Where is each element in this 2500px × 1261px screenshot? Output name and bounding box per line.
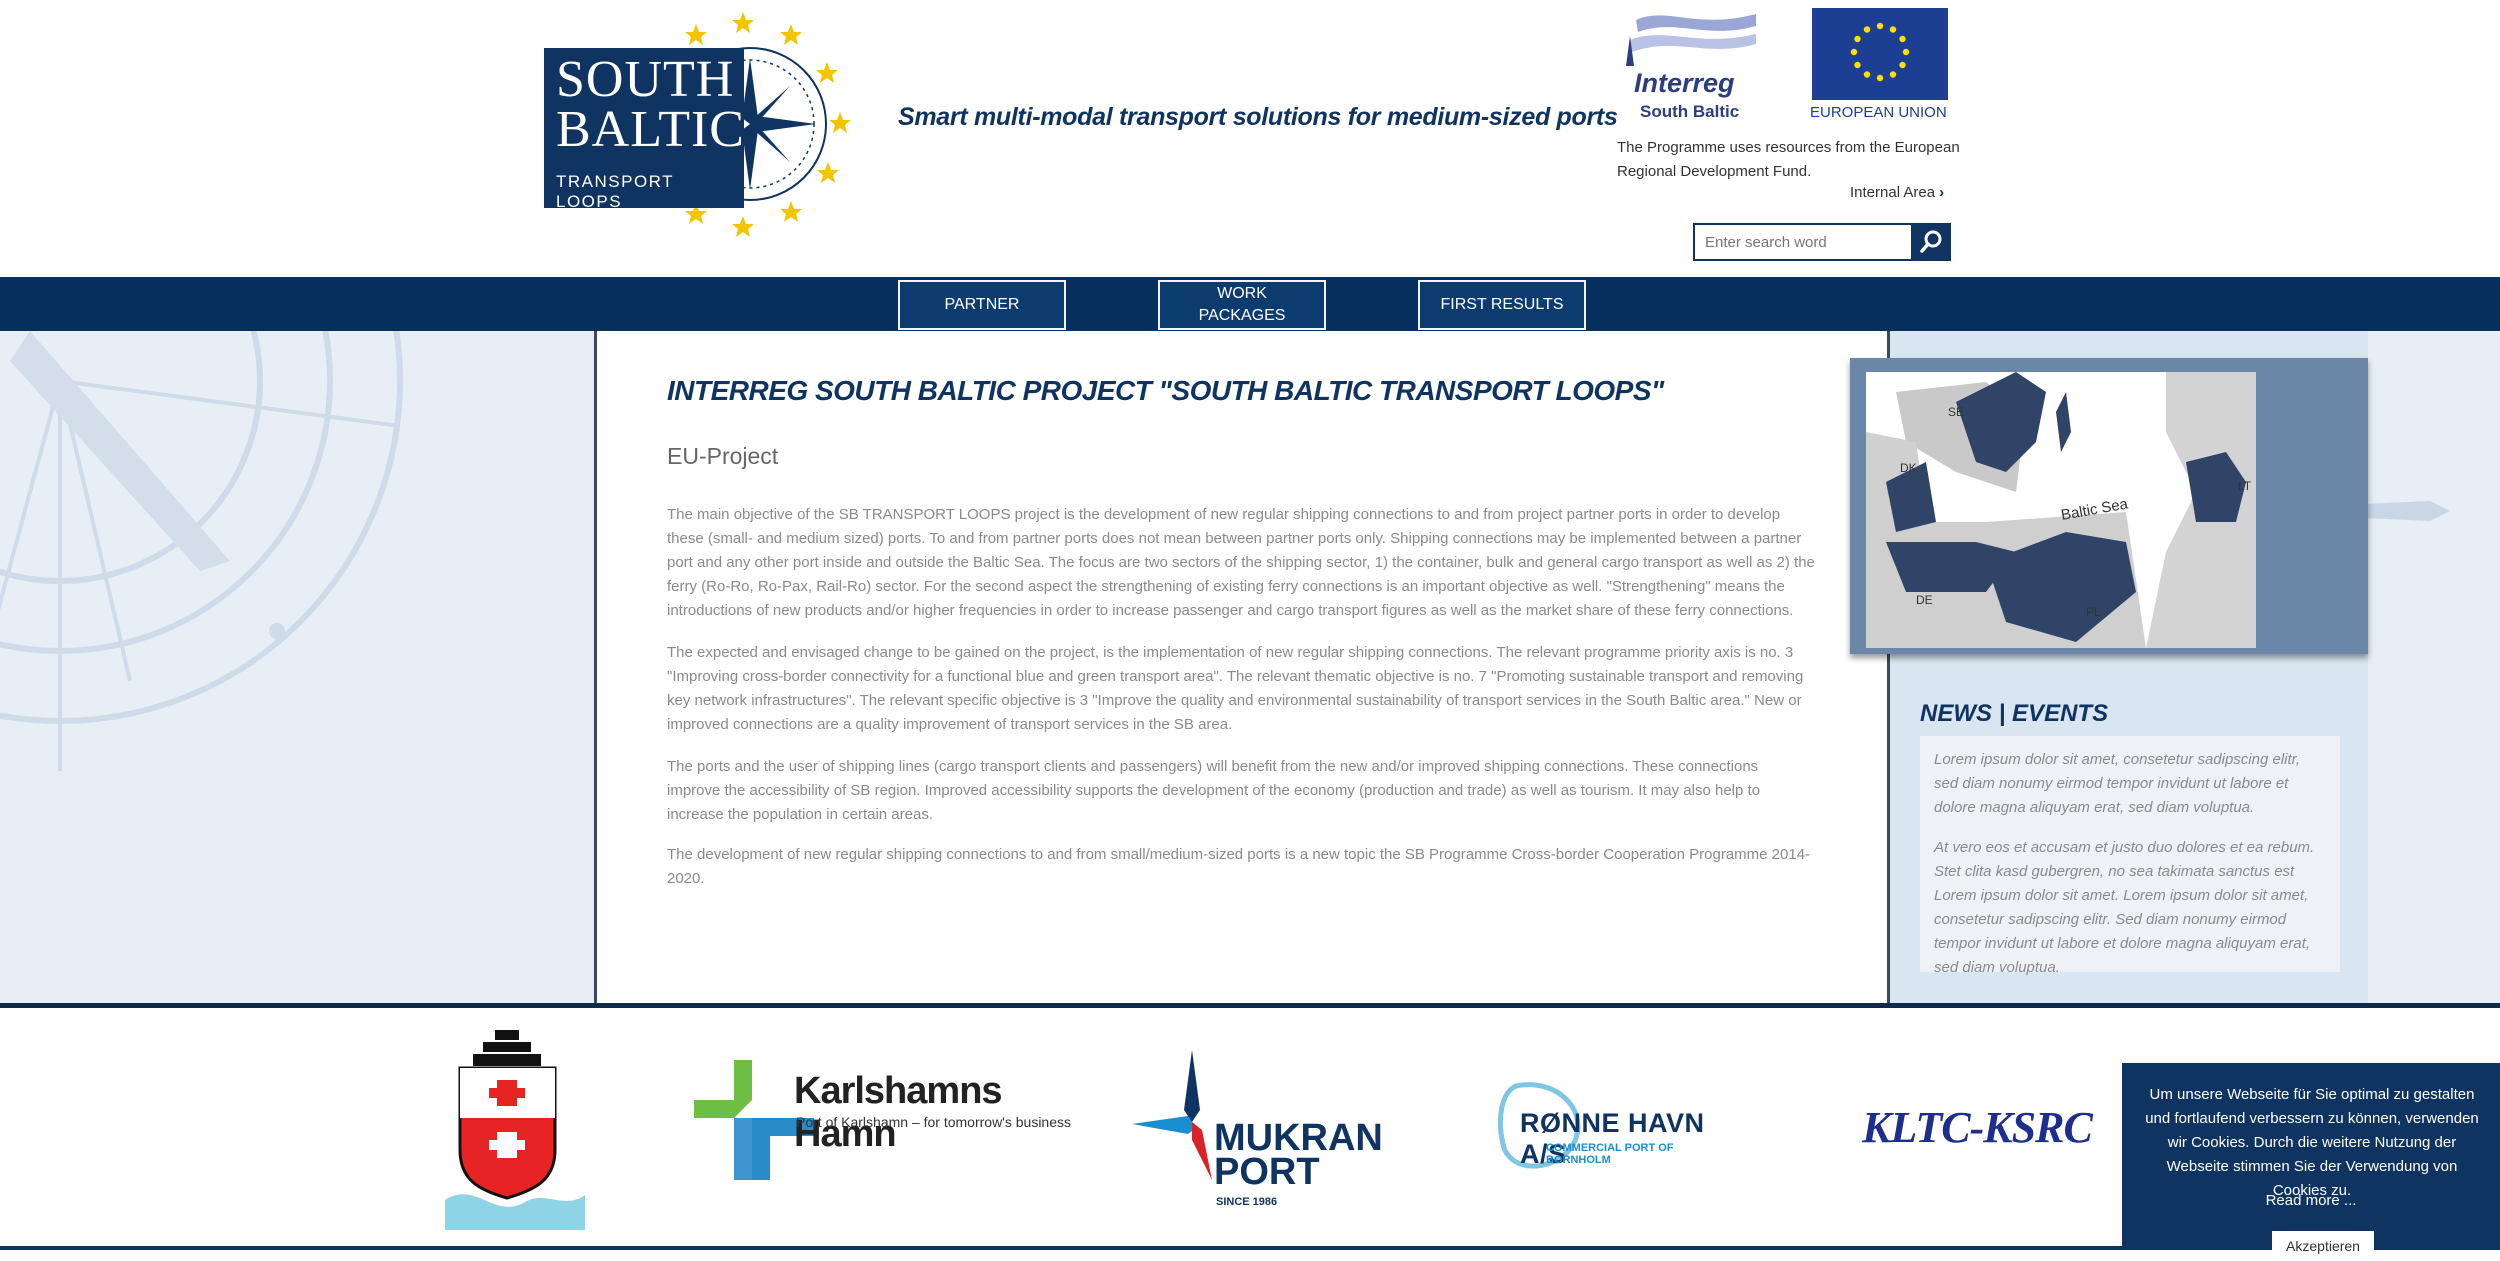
interreg-logo[interactable]: Interreg South Baltic bbox=[1616, 6, 1766, 126]
partner-logo-karlshamn[interactable]: Karlshamns Hamn Port of Karlshamn – for … bbox=[694, 1060, 1074, 1190]
main-content: INTERREG SOUTH BALTIC PROJECT "SOUTH BAL… bbox=[594, 331, 1890, 1003]
news-item[interactable]: At vero eos et accusam et justo duo dolo… bbox=[1934, 836, 2324, 980]
map-label-de: DE bbox=[1916, 593, 1933, 607]
partner-logo-mukran[interactable]: MUKRAN PORT SINCE 1986 bbox=[1132, 1050, 1383, 1210]
chevron-right-icon: › bbox=[1939, 184, 1945, 201]
content-paragraph: The main objective of the SB TRANSPORT L… bbox=[667, 506, 1815, 619]
logo-wordmark: SOUTH BALTIC TRANSPORT LOOPS bbox=[544, 48, 745, 211]
content-paragraph: The expected and envisaged change to be … bbox=[667, 644, 1804, 733]
eu-label: EUROPEAN UNION bbox=[1810, 104, 1947, 121]
search-input[interactable] bbox=[1693, 223, 1925, 261]
site-header: SOUTH BALTIC TRANSPORT LOOPS Smart multi… bbox=[0, 0, 2500, 277]
partner-logo-kltc[interactable]: KLTC-KSRC bbox=[1862, 1102, 2093, 1162]
cookie-accept-button[interactable]: Akzeptieren bbox=[2272, 1231, 2374, 1261]
mukran-since: SINCE 1986 bbox=[1216, 1196, 1278, 1208]
project-map-frame: SE DK LT DE PL Baltic Sea bbox=[1850, 358, 2368, 654]
content-paragraph: The development of new regular shipping … bbox=[667, 846, 1811, 887]
nav-item-label: PARTNER bbox=[944, 296, 1020, 313]
map-label-se: SE bbox=[1948, 405, 1964, 419]
page-subtitle: EU-Project bbox=[667, 443, 779, 469]
cookie-text: Um unsere Webseite für Sie optimal zu ge… bbox=[2145, 1086, 2479, 1199]
ship-shield-icon bbox=[445, 1030, 585, 1230]
news-heading: NEWS | EVENTS bbox=[1920, 700, 2109, 727]
interreg-wave-icon bbox=[1626, 14, 1756, 66]
partner-logo-shield[interactable] bbox=[445, 1030, 585, 1230]
compass-watermark-icon bbox=[0, 331, 403, 771]
nav-item-partner[interactable]: PARTNER bbox=[898, 280, 1066, 330]
interreg-name: Interreg bbox=[1634, 68, 1735, 98]
internal-area-label: Internal Area bbox=[1850, 184, 1936, 201]
nav-item-work-packages[interactable]: WORK PACKAGES bbox=[1158, 280, 1326, 330]
logo-line2: BALTIC bbox=[556, 101, 745, 158]
south-baltic-logo[interactable]: SOUTH BALTIC TRANSPORT LOOPS bbox=[540, 6, 860, 242]
interreg-sub: South Baltic bbox=[1640, 102, 1740, 121]
page-title: INTERREG SOUTH BALTIC PROJECT "SOUTH BAL… bbox=[667, 375, 1664, 406]
search-icon bbox=[1920, 230, 1942, 253]
kltc-name: KLTC-KSRC bbox=[1862, 1103, 2093, 1152]
logo-line3: TRANSPORT LOOPS bbox=[556, 172, 674, 211]
mukran-line2: PORT bbox=[1214, 1151, 1320, 1193]
baltic-map-icon: SE DK LT DE PL Baltic Sea bbox=[1866, 372, 2256, 648]
karlshamn-tagline: Port of Karlshamn – for tomorrow's busin… bbox=[796, 1114, 1072, 1130]
map-label-lt: LT bbox=[2238, 479, 2252, 493]
news-item[interactable]: Lorem ipsum dolor sit amet, consetetur s… bbox=[1934, 748, 2324, 820]
ronne-sub: COMMERCIAL PORT OF BORNHOLM bbox=[1546, 1142, 1674, 1166]
nav-item-label: WORK PACKAGES bbox=[1198, 285, 1286, 324]
map-label-dk: DK bbox=[1900, 461, 1917, 475]
content-paragraph: The ports and the user of shipping lines… bbox=[667, 758, 1761, 823]
nav-item-label: FIRST RESULTS bbox=[1440, 296, 1564, 313]
map-label-pl: PL bbox=[2086, 605, 2101, 619]
main-nav: PARTNER WORK PACKAGES FIRST RESULTS bbox=[0, 277, 2500, 331]
search-form bbox=[1693, 223, 1953, 261]
baltic-map-image: SE DK LT DE PL Baltic Sea bbox=[1866, 372, 2256, 648]
left-background bbox=[0, 331, 594, 1003]
partner-logo-ronne[interactable]: RØNNE HAVN A/S COMMERCIAL PORT OF BORNHO… bbox=[1496, 1078, 1726, 1178]
search-button[interactable] bbox=[1911, 223, 1951, 261]
news-list: Lorem ipsum dolor sit amet, consetetur s… bbox=[1920, 736, 2340, 976]
internal-area-link[interactable]: Internal Area › bbox=[1850, 184, 1944, 201]
nav-item-first-results[interactable]: FIRST RESULTS bbox=[1418, 280, 1586, 330]
logo-line1: SOUTH bbox=[556, 51, 735, 108]
cookie-banner: Um unsere Webseite für Sie optimal zu ge… bbox=[2122, 1063, 2500, 1261]
programme-funding-text: The Programme uses resources from the Eu… bbox=[1617, 139, 1960, 180]
karlshamn-name: Karlshamns Hamn bbox=[794, 1070, 1003, 1155]
cookie-read-more-link[interactable]: Read more ... bbox=[2122, 1189, 2500, 1213]
eu-flag-icon bbox=[1812, 8, 1948, 100]
site-tagline: Smart multi-modal transport solutions fo… bbox=[898, 103, 1618, 131]
